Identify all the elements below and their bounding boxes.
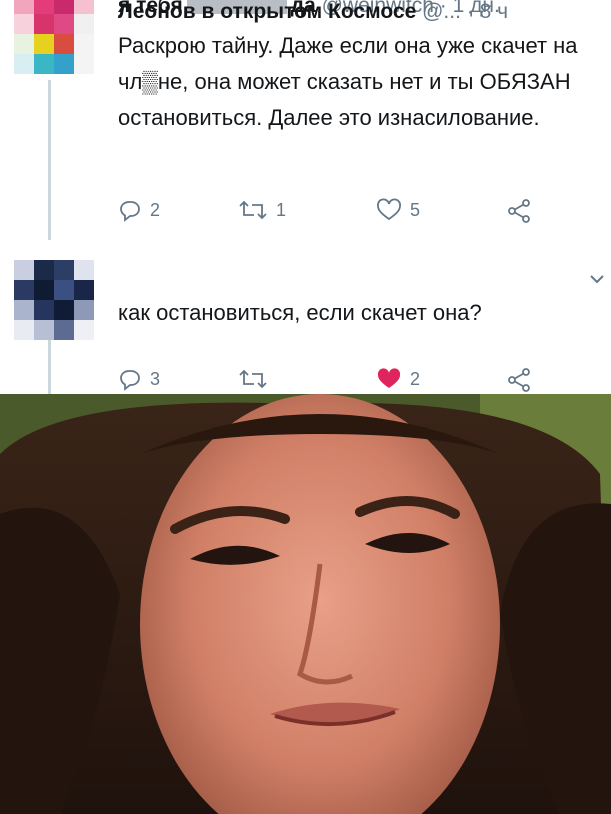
reply-count: 2 <box>150 199 161 220</box>
tweet-text: как остановиться, если скачет она? <box>118 300 482 325</box>
retweet-button[interactable]: 1 <box>238 198 286 222</box>
thread-line <box>48 80 51 240</box>
tweet-actions: 3 2 <box>118 367 538 397</box>
tweet-header: Леонов в открытом Космосе @... · 8 ч <box>118 0 508 24</box>
avatar[interactable] <box>14 0 94 74</box>
retweet-icon <box>239 200 267 220</box>
reply-icon <box>120 201 140 222</box>
tweet-menu-button[interactable] <box>589 272 605 290</box>
avatar[interactable] <box>14 260 94 340</box>
tweet-1: я тебя да @weinwitch · 1 дн. Раскрою тайн… <box>0 0 611 240</box>
reply-count: 3 <box>150 368 161 389</box>
share-button[interactable] <box>506 367 532 393</box>
like-button[interactable]: 2 <box>376 367 420 391</box>
tweet-actions: 2 1 5 <box>118 198 538 228</box>
like-count: 5 <box>410 199 421 220</box>
share-icon <box>508 368 530 392</box>
reaction-photo <box>0 394 611 814</box>
retweet-icon <box>239 369 267 389</box>
display-name[interactable]: Леонов в открытом Космосе <box>118 0 416 23</box>
thread-line <box>48 340 51 398</box>
timestamp[interactable]: 8 ч <box>480 0 508 23</box>
share-button[interactable] <box>506 198 532 224</box>
heart-icon <box>377 198 401 221</box>
retweet-count: 1 <box>276 199 287 220</box>
woman-face-illustration <box>0 394 611 814</box>
reply-button[interactable]: 2 <box>118 198 160 222</box>
retweet-button[interactable] <box>238 367 268 391</box>
share-icon <box>508 199 530 223</box>
separator-dot: · <box>466 0 474 23</box>
like-button[interactable]: 5 <box>376 198 420 222</box>
reply-icon <box>120 370 140 391</box>
chevron-down-icon <box>590 275 604 284</box>
tweet-text: Раскрою тайну. Даже если она уже скачет … <box>118 33 578 130</box>
reply-button[interactable]: 3 <box>118 367 160 391</box>
user-handle[interactable]: @... <box>422 0 461 23</box>
heart-icon <box>377 368 401 388</box>
like-count: 2 <box>410 368 421 389</box>
